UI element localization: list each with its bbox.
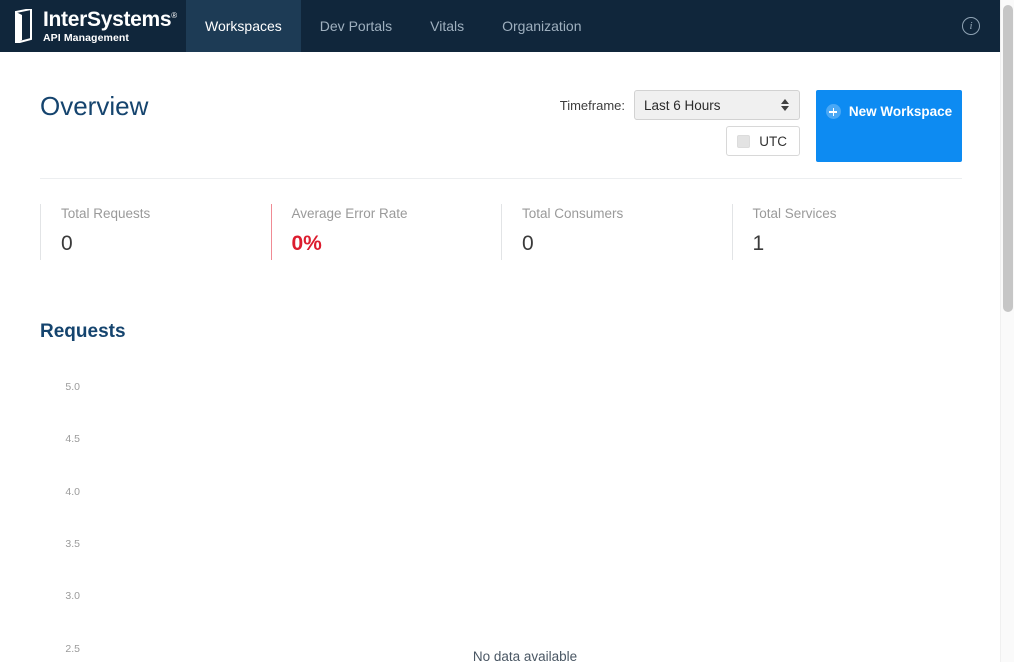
brand-logo[interactable]: InterSystems® API Management bbox=[0, 0, 186, 52]
plus-circle-icon bbox=[826, 104, 841, 119]
utc-checkbox[interactable] bbox=[737, 135, 750, 148]
chart-y-tick-label: 3.0 bbox=[65, 590, 80, 602]
page-viewport: InterSystems® API Management Workspaces … bbox=[0, 0, 1002, 662]
chart-title: Requests bbox=[40, 322, 962, 341]
header-divider bbox=[40, 178, 962, 179]
brand-subtitle: API Management bbox=[43, 33, 177, 44]
chart-empty-message: No data available bbox=[88, 649, 962, 662]
stat-card-average-error-rate: Average Error Rate 0% bbox=[271, 204, 502, 260]
chart-y-axis: 5.0 4.5 4.0 3.5 3.0 2.5 bbox=[40, 373, 84, 662]
brand-name: InterSystems bbox=[43, 8, 171, 31]
timeframe-group: Timeframe: Last 6 Hours UTC bbox=[560, 90, 800, 156]
page-scrollbar-thumb[interactable] bbox=[1003, 5, 1013, 312]
utc-label: UTC bbox=[759, 134, 787, 149]
brand-registered-mark: ® bbox=[171, 11, 177, 20]
utc-toggle[interactable]: UTC bbox=[726, 126, 800, 156]
tab-organization[interactable]: Organization bbox=[483, 0, 600, 52]
intersystems-bracket-icon bbox=[14, 9, 34, 43]
header-controls: Timeframe: Last 6 Hours UTC bbox=[560, 90, 962, 162]
new-workspace-button-label: New Workspace bbox=[849, 104, 952, 119]
stat-value: 0 bbox=[522, 233, 732, 254]
stat-card-total-services: Total Services 1 bbox=[732, 204, 963, 260]
chevron-updown-icon bbox=[781, 98, 790, 112]
chart-plot-area: No data available bbox=[88, 373, 962, 662]
timeframe-label: Timeframe: bbox=[560, 98, 625, 113]
chart-y-tick-label: 4.0 bbox=[65, 486, 80, 498]
stat-card-total-requests: Total Requests 0 bbox=[40, 204, 271, 260]
tab-dev-portals[interactable]: Dev Portals bbox=[301, 0, 411, 52]
page-title: Overview bbox=[40, 93, 148, 119]
page-header: Overview Timeframe: Last 6 Hours U bbox=[40, 52, 962, 178]
app-root: InterSystems® API Management Workspaces … bbox=[0, 0, 1014, 662]
stat-value: 0% bbox=[292, 233, 502, 254]
brand-text: InterSystems® API Management bbox=[43, 9, 177, 44]
stat-label: Average Error Rate bbox=[292, 206, 502, 222]
requests-chart-block: Requests 5.0 4.5 4.0 3.5 3.0 2.5 No data avai… bbox=[40, 322, 962, 662]
stat-label: Total Consumers bbox=[522, 206, 732, 222]
tab-workspaces[interactable]: Workspaces bbox=[186, 0, 301, 52]
top-navigation-bar: InterSystems® API Management Workspaces … bbox=[0, 0, 1002, 52]
new-workspace-button-content: New Workspace bbox=[826, 104, 952, 119]
chart-area: 5.0 4.5 4.0 3.5 3.0 2.5 No data available bbox=[40, 373, 962, 662]
chart-y-tick-label: 3.5 bbox=[65, 538, 80, 550]
chart-y-tick-label: 4.5 bbox=[65, 433, 80, 445]
chart-y-tick-label: 5.0 bbox=[65, 381, 80, 393]
main-content: Overview Timeframe: Last 6 Hours U bbox=[0, 52, 1002, 662]
info-circle-icon[interactable]: i bbox=[962, 17, 980, 35]
page-scrollbar-track[interactable] bbox=[1000, 0, 1014, 662]
stat-card-total-consumers: Total Consumers 0 bbox=[501, 204, 732, 260]
brand-title: InterSystems® bbox=[43, 9, 177, 30]
stat-value: 1 bbox=[753, 233, 963, 254]
chart-y-tick-label: 2.5 bbox=[65, 643, 80, 655]
stats-row: Total Requests 0 Average Error Rate 0% T… bbox=[40, 204, 962, 260]
timeframe-selected-value: Last 6 Hours bbox=[644, 98, 781, 113]
stat-value: 0 bbox=[61, 233, 271, 254]
timeframe-select[interactable]: Last 6 Hours bbox=[634, 90, 800, 120]
nav-tabs: Workspaces Dev Portals Vitals Organizati… bbox=[186, 0, 962, 52]
new-workspace-button[interactable]: New Workspace bbox=[816, 90, 962, 162]
stat-label: Total Services bbox=[753, 206, 963, 222]
stat-label: Total Requests bbox=[61, 206, 271, 222]
topbar-right-actions: i bbox=[962, 0, 1002, 52]
tab-vitals[interactable]: Vitals bbox=[411, 0, 483, 52]
timeframe-row: Timeframe: Last 6 Hours bbox=[560, 90, 800, 120]
